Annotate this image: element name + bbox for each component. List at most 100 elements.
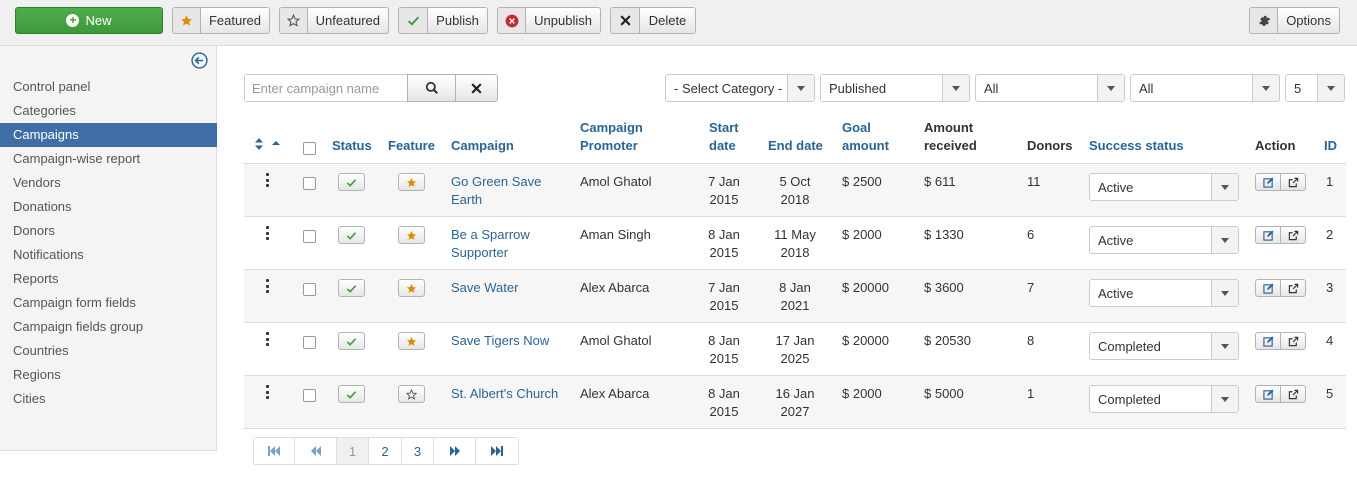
feature-toggle-button[interactable] — [398, 332, 425, 350]
sidebar-item-categories[interactable]: Categories — [0, 99, 217, 123]
drag-handle-icon[interactable] — [266, 226, 270, 240]
end-date-column-header[interactable]: End date — [768, 137, 823, 155]
previous-page-icon[interactable] — [295, 438, 337, 464]
start-date-year: 2015 — [709, 298, 739, 313]
search-button[interactable] — [407, 74, 456, 102]
unfeatured-button[interactable]: Unfeatured — [279, 7, 389, 34]
edit-button[interactable] — [1255, 332, 1281, 350]
status-toggle-button[interactable] — [338, 279, 365, 297]
clear-search-button[interactable] — [455, 74, 498, 102]
sidebar-item-campaigns[interactable]: Campaigns — [0, 123, 217, 147]
row-checkbox[interactable] — [303, 389, 316, 402]
edit-button[interactable] — [1255, 173, 1281, 191]
feature-column-header[interactable]: Feature — [388, 137, 435, 155]
campaign-name-link[interactable]: Save Water — [451, 279, 518, 297]
success-status-select[interactable]: Completed — [1089, 385, 1239, 413]
success-status-column-header[interactable]: Success status — [1089, 137, 1184, 155]
filter-select-3[interactable]: All — [975, 74, 1125, 102]
edit-button[interactable] — [1255, 226, 1281, 244]
delete-button[interactable]: Delete — [610, 7, 696, 34]
success-status-select[interactable]: Active — [1089, 173, 1239, 201]
view-external-button[interactable] — [1280, 173, 1306, 191]
ordering-sort-icon[interactable] — [254, 136, 284, 157]
sidebar-item-cities[interactable]: Cities — [0, 387, 217, 411]
status-toggle-button[interactable] — [338, 332, 365, 350]
end-date-cell: 8 Jan 2021 — [770, 279, 820, 315]
new-button[interactable]: + New — [15, 7, 163, 34]
row-checkbox[interactable] — [303, 177, 316, 190]
first-page-icon[interactable] — [254, 438, 295, 464]
last-page-icon[interactable] — [476, 438, 518, 464]
row-checkbox[interactable] — [303, 283, 316, 296]
id-cell: 1 — [1326, 174, 1334, 189]
options-button[interactable]: Options — [1249, 7, 1340, 34]
goal-amount-column-header[interactable]: Goal amount — [842, 119, 889, 155]
sidebar-item-notifications[interactable]: Notifications — [0, 243, 217, 267]
publish-button[interactable]: Publish — [398, 7, 488, 34]
published-select[interactable]: Published — [820, 74, 970, 102]
success-status-select[interactable]: Active — [1089, 279, 1239, 307]
drag-handle-icon[interactable] — [266, 173, 270, 187]
start-header-line-1: Start — [709, 120, 739, 135]
page-2[interactable]: 2 — [369, 438, 402, 464]
unpublish-button[interactable]: Unpublish — [497, 7, 601, 34]
sidebar-item-campaign-fields-group[interactable]: Campaign fields group — [0, 315, 217, 339]
row-checkbox[interactable] — [303, 336, 316, 349]
campaign-name-link[interactable]: St. Albert's Church — [451, 385, 558, 403]
feature-toggle-button[interactable] — [398, 279, 425, 297]
promoter-column-header[interactable]: Campaign Promoter — [580, 119, 643, 155]
sidebar-item-donors[interactable]: Donors — [0, 219, 217, 243]
success-status-select[interactable]: Completed — [1089, 332, 1239, 360]
category-select[interactable]: - Select Category - — [665, 74, 815, 102]
end-date-year: 2021 — [780, 298, 810, 313]
check-icon — [399, 8, 428, 33]
page-1[interactable]: 1 — [337, 438, 369, 464]
campaign-name-link[interactable]: Save Tigers Now — [451, 332, 549, 350]
status-toggle-button[interactable] — [338, 173, 365, 191]
sidebar-item-campaign-wise-report[interactable]: Campaign-wise report — [0, 147, 217, 171]
success-status-select[interactable]: Active — [1089, 226, 1239, 254]
unpublish-label: Unpublish — [534, 13, 592, 28]
sidebar-item-vendors[interactable]: Vendors — [0, 171, 217, 195]
drag-handle-icon[interactable] — [266, 385, 270, 399]
campaign-name-link[interactable]: Be a Sparrow Supporter — [451, 226, 530, 262]
feature-toggle-button[interactable] — [398, 385, 425, 403]
search-input[interactable] — [244, 74, 408, 102]
featured-button[interactable]: Featured — [172, 7, 270, 34]
gear-icon — [1250, 8, 1279, 33]
edit-button[interactable] — [1255, 385, 1281, 403]
sidebar-item-regions[interactable]: Regions — [0, 363, 217, 387]
filter-select-4[interactable]: All — [1130, 74, 1280, 102]
collapse-sidebar-icon[interactable] — [191, 52, 208, 69]
end-date-year: 2027 — [780, 404, 810, 419]
start-date-column-header[interactable]: Start date — [709, 119, 739, 155]
goal-amount-cell: $ 2000 — [842, 386, 882, 401]
sidebar-item-control-panel[interactable]: Control panel — [0, 75, 217, 99]
donors-cell: 11 — [1027, 174, 1041, 189]
next-page-icon[interactable] — [434, 438, 476, 464]
limit-select[interactable]: 5 — [1285, 74, 1345, 102]
status-column-header[interactable]: Status — [332, 137, 372, 155]
status-toggle-button[interactable] — [338, 226, 365, 244]
feature-toggle-button[interactable] — [398, 226, 425, 244]
id-column-header[interactable]: ID — [1324, 137, 1337, 155]
sidebar-item-campaign-form-fields[interactable]: Campaign form fields — [0, 291, 217, 315]
campaign-name-link[interactable]: Go Green Save Earth — [451, 173, 541, 209]
sidebar-item-reports[interactable]: Reports — [0, 267, 217, 291]
drag-handle-icon[interactable] — [266, 279, 270, 293]
check-icon — [346, 231, 357, 240]
view-external-button[interactable] — [1280, 226, 1306, 244]
sidebar-item-donations[interactable]: Donations — [0, 195, 217, 219]
status-toggle-button[interactable] — [338, 385, 365, 403]
view-external-button[interactable] — [1280, 385, 1306, 403]
campaign-column-header[interactable]: Campaign — [451, 137, 514, 155]
edit-button[interactable] — [1255, 279, 1281, 297]
drag-handle-icon[interactable] — [266, 332, 270, 346]
view-external-button[interactable] — [1280, 332, 1306, 350]
row-checkbox[interactable] — [303, 230, 316, 243]
feature-toggle-button[interactable] — [398, 173, 425, 191]
select-all-checkbox[interactable] — [303, 142, 316, 155]
view-external-button[interactable] — [1280, 279, 1306, 297]
sidebar-item-countries[interactable]: Countries — [0, 339, 217, 363]
page-3[interactable]: 3 — [402, 438, 434, 464]
